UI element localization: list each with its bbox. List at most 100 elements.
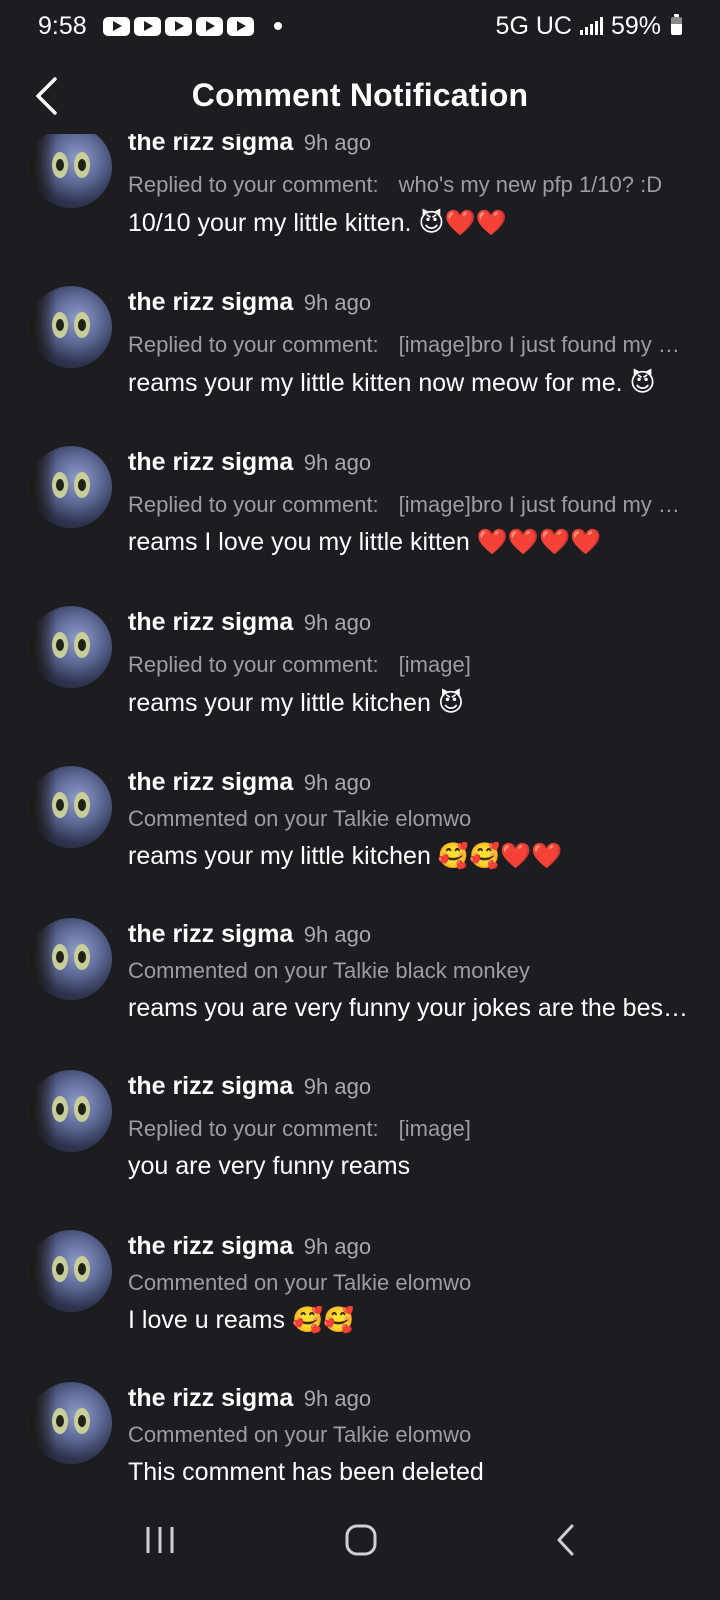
action-line: Replied to your comment: [image] (128, 1116, 690, 1142)
avatar[interactable] (30, 1070, 112, 1152)
action-line: Replied to your comment: who's my new pfp… (128, 172, 690, 198)
user-name[interactable]: the rizz sigma (128, 1384, 293, 1412)
avatar[interactable] (30, 1382, 112, 1464)
timestamp: 9h ago (303, 610, 372, 635)
back-button[interactable] (24, 74, 68, 118)
quoted-comment: [image] (398, 1116, 471, 1141)
avatar[interactable] (30, 286, 112, 368)
action-text: Commented on your Talkie elomwo (128, 1270, 472, 1295)
name-row: the rizz sigma 9h ago (128, 1384, 371, 1413)
name-row: the rizz sigma 9h ago (128, 134, 371, 157)
status-right: 5G UC 59% (496, 12, 682, 41)
name-row: the rizz sigma 9h ago (128, 448, 371, 477)
timestamp: 9h ago (303, 1074, 372, 1099)
notification-message: 10/10 your my little kitten. 😈❤️❤️ (128, 209, 507, 237)
notification-message: you are very funny reams (128, 1152, 411, 1180)
action-line: Commented on your Talkie elomwo (128, 1270, 690, 1296)
action-text: Commented on your Talkie elomwo (128, 806, 472, 831)
user-name[interactable]: the rizz sigma (128, 1072, 293, 1100)
back-icon (557, 1524, 574, 1556)
quoted-comment: who's my new pfp 1/10? :D (398, 172, 663, 197)
status-bar: 9:58 5G UC 59% (0, 0, 720, 52)
status-time: 9:58 (38, 11, 87, 40)
home-button[interactable] (331, 1514, 391, 1566)
notification-message: reams your my little kitchen 🥰🥰❤️❤️ (128, 842, 563, 870)
notification-message: reams I love you my little kitten ❤️❤️❤️… (128, 528, 602, 556)
action-line: Commented on your Talkie black monkey (128, 958, 690, 984)
chevron-left-icon (36, 77, 57, 115)
user-name[interactable]: the rizz sigma (128, 608, 293, 636)
youtube-notification-icon (195, 16, 223, 36)
network-label: 5G UC (495, 11, 572, 40)
notification-item[interactable]: the rizz sigma 9h ago Commented on your … (0, 892, 720, 1044)
notification-message: This comment has been deleted (128, 1458, 484, 1480)
timestamp: 9h ago (303, 290, 372, 315)
notification-item[interactable]: the rizz sigma 9h ago Commented on your … (0, 740, 720, 892)
app-header: Comment Notification (0, 58, 720, 132)
timestamp: 9h ago (303, 450, 372, 475)
user-name[interactable]: the rizz sigma (128, 1232, 293, 1260)
action-text: Replied to your comment: (128, 652, 379, 677)
timestamp: 9h ago (303, 922, 372, 947)
youtube-notification-icon (133, 16, 161, 36)
action-text: Replied to your comment: (128, 332, 379, 357)
notification-item[interactable]: the rizz sigma 9h ago Replied to your co… (0, 580, 720, 740)
action-text: Commented on your Talkie elomwo (128, 1422, 472, 1447)
home-icon (345, 1524, 377, 1556)
notification-item[interactable]: the rizz sigma 9h ago Replied to your co… (0, 1044, 720, 1204)
avatar[interactable] (30, 766, 112, 848)
notification-list-inner: the rizz sigma 9h ago Replied to your co… (0, 134, 720, 1480)
quoted-comment: [image]bro I just found my old pfp from … (398, 492, 690, 517)
recents-icon (146, 1527, 174, 1553)
action-line: Commented on your Talkie elomwo (128, 1422, 690, 1448)
notification-item[interactable]: the rizz sigma 9h ago Replied to your co… (0, 420, 720, 580)
notification-icons (102, 16, 254, 36)
name-row: the rizz sigma 9h ago (128, 1232, 371, 1261)
name-row: the rizz sigma 9h ago (128, 608, 371, 637)
page-title: Comment Notification (191, 76, 529, 113)
name-row: the rizz sigma 9h ago (128, 768, 371, 797)
recents-button[interactable] (130, 1514, 190, 1566)
timestamp: 9h ago (303, 1234, 372, 1259)
notification-item[interactable]: the rizz sigma 9h ago Replied to your co… (0, 134, 720, 260)
signal-icon (579, 17, 603, 35)
notification-message: reams your my little kitten now meow for… (128, 369, 656, 397)
status-left: 9:58 (38, 12, 282, 41)
system-navigation-bar (0, 1480, 720, 1600)
quoted-comment: [image]bro I just found my old pfp from … (398, 332, 690, 357)
notification-item[interactable]: the rizz sigma 9h ago Commented on your … (0, 1356, 720, 1480)
timestamp: 9h ago (303, 134, 372, 155)
name-row: the rizz sigma 9h ago (128, 288, 371, 317)
avatar[interactable] (30, 1230, 112, 1312)
action-text: Commented on your Talkie black monkey (128, 958, 530, 983)
notification-item[interactable]: the rizz sigma 9h ago Replied to your co… (0, 260, 720, 420)
notification-item[interactable]: the rizz sigma 9h ago Commented on your … (0, 1204, 720, 1356)
action-line: Commented on your Talkie elomwo (128, 806, 690, 832)
system-back-button[interactable] (535, 1514, 595, 1566)
action-line: Replied to your comment: [image]bro I jus… (128, 492, 690, 518)
battery-icon (671, 14, 682, 35)
user-name[interactable]: the rizz sigma (128, 134, 293, 156)
user-name[interactable]: the rizz sigma (128, 768, 293, 796)
youtube-notification-icon (226, 16, 254, 36)
timestamp: 9h ago (303, 1386, 372, 1411)
battery-percent: 59% (610, 11, 661, 40)
youtube-notification-icon (164, 16, 192, 36)
notification-list[interactable]: the rizz sigma 9h ago Replied to your co… (0, 134, 720, 1480)
notification-message: I love u reams 🥰🥰 (128, 1306, 355, 1334)
name-row: the rizz sigma 9h ago (128, 920, 371, 949)
action-text: Replied to your comment: (128, 492, 379, 517)
avatar[interactable] (30, 134, 112, 208)
notification-message: reams you are very funny your jokes are … (128, 994, 690, 1022)
user-name[interactable]: the rizz sigma (128, 288, 293, 316)
quoted-comment: [image] (398, 652, 471, 677)
action-text: Replied to your comment: (128, 172, 379, 197)
youtube-notification-icon (102, 16, 130, 36)
action-line: Replied to your comment: [image]bro I jus… (128, 332, 690, 358)
avatar[interactable] (30, 606, 112, 688)
name-row: the rizz sigma 9h ago (128, 1072, 371, 1101)
avatar[interactable] (30, 918, 112, 1000)
avatar[interactable] (30, 446, 112, 528)
user-name[interactable]: the rizz sigma (128, 920, 293, 948)
user-name[interactable]: the rizz sigma (128, 448, 293, 476)
